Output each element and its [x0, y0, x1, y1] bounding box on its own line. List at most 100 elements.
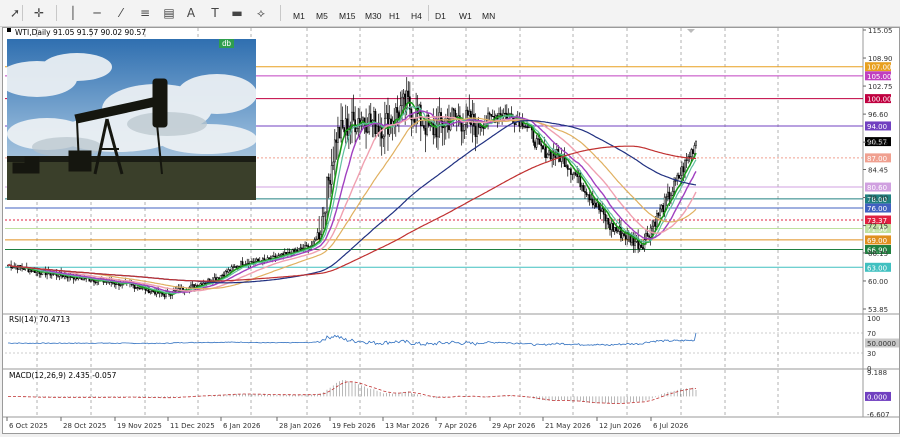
date-axis-label: 6 Oct 2025 — [9, 422, 48, 430]
candle-body — [413, 118, 416, 123]
candle-body — [677, 174, 680, 179]
candle-body — [396, 107, 399, 113]
timeframe-w1-button[interactable]: W1 — [456, 7, 475, 25]
chart-toolbar: ➚ ✛ │ ─ ⁄ ≡ ▤ A T ▬ ⟡ M1 M5 M15 M30 H1 H4 D1 W1 MN — [0, 0, 900, 27]
price-level-label: 63.00 — [867, 264, 887, 272]
candle-body — [257, 258, 260, 262]
candle-body — [688, 156, 691, 158]
candle-body — [423, 125, 425, 129]
candle-body — [466, 109, 469, 116]
timeframe-m15-button[interactable]: M15 — [336, 7, 359, 25]
crosshair-icon[interactable]: ✛ — [30, 4, 48, 22]
candle-body — [355, 128, 358, 133]
price-level-label: 107.00 — [867, 64, 892, 72]
candle-body — [105, 281, 108, 283]
vertical-line-icon[interactable]: │ — [64, 4, 82, 22]
candle-body — [161, 292, 164, 295]
chart-shift-marker-icon — [687, 29, 695, 33]
date-axis-label: 11 Dec 2025 — [170, 422, 215, 430]
candle-body — [570, 168, 572, 175]
price-tick-label: 90.45 — [868, 139, 888, 147]
candle-body — [452, 108, 455, 111]
candle-body — [132, 284, 134, 286]
timeframe-m30-button[interactable]: M30 — [362, 7, 385, 25]
candle-body — [581, 185, 583, 188]
chart-title: WTI,Daily 91.05 91.57 90.02 90.57 — [15, 28, 146, 37]
timeframe-h1-button[interactable]: H1 — [386, 7, 403, 25]
candle-body — [593, 202, 596, 206]
price-level-label: 94.00 — [867, 123, 887, 131]
timeframe-h4-button[interactable]: H4 — [408, 7, 425, 25]
candle-body — [174, 290, 177, 292]
date-axis-label: 19 Feb 2026 — [332, 422, 376, 430]
candle-body — [463, 124, 466, 131]
candle-body — [318, 232, 321, 240]
candle-body — [315, 238, 317, 241]
price-level-label: 80.60 — [867, 184, 887, 192]
candle-body — [57, 275, 59, 277]
candle-body — [607, 217, 610, 225]
candle-body — [135, 287, 138, 289]
rectangle-icon[interactable]: ▬ — [228, 4, 246, 22]
candle-body — [668, 191, 671, 200]
candle-body — [584, 191, 586, 193]
candle-body — [280, 253, 283, 256]
price-level-label: 100.00 — [867, 96, 892, 104]
fibonacci-icon[interactable]: ≡ — [136, 4, 154, 22]
trendline-icon[interactable]: ⁄ — [112, 4, 130, 22]
candle-body — [204, 283, 206, 285]
candle-body — [107, 281, 109, 283]
candle-body — [663, 196, 666, 213]
candle-body — [241, 261, 244, 266]
candle-body — [136, 287, 139, 289]
candle-body — [571, 173, 574, 175]
toolbar-separator — [56, 5, 57, 21]
candle-body — [490, 114, 493, 117]
candle-body — [246, 263, 249, 265]
candle-body — [535, 138, 538, 148]
candle-body — [326, 176, 328, 213]
candle-body — [587, 194, 589, 196]
timeframe-d1-button[interactable]: D1 — [432, 7, 449, 25]
candle-body — [323, 212, 325, 217]
candle-body — [235, 266, 238, 268]
candle-body — [538, 139, 541, 145]
candle-body — [576, 174, 579, 177]
candle-body — [337, 127, 339, 143]
shapes-dropdown-icon[interactable]: ⟡ — [252, 4, 270, 22]
candle-body — [305, 245, 308, 247]
candle-body — [90, 280, 92, 282]
candle-body — [111, 282, 114, 284]
horizontal-line-icon[interactable]: ─ — [88, 4, 106, 22]
candle-body — [268, 257, 270, 259]
timeframe-m1-button[interactable]: M1 — [290, 7, 308, 25]
timeframe-mn-button[interactable]: MN — [479, 7, 498, 25]
text-icon[interactable]: A — [182, 4, 200, 22]
candle-body — [329, 180, 331, 185]
candle-body — [351, 111, 353, 127]
candle-body — [335, 139, 338, 143]
price-tick-label: 53.85 — [868, 306, 888, 314]
candle-body — [634, 241, 636, 246]
candle-body — [548, 150, 550, 155]
price-tick-label: 78.30 — [868, 195, 888, 203]
chart-window[interactable]: 107.00 105.00 100.00 94.00 90.57 87.00 80.60 78… — [2, 27, 900, 434]
price-tick-label: 102.75 — [868, 83, 893, 91]
macd-histogram — [10, 380, 697, 404]
date-axis-label: 21 May 2026 — [545, 422, 591, 430]
text-label-icon[interactable]: T — [206, 4, 224, 22]
candle-body — [460, 122, 463, 132]
candle-body — [327, 176, 330, 181]
candle-body — [119, 284, 122, 286]
candle-body — [674, 180, 677, 182]
timeframe-m5-button[interactable]: M5 — [313, 7, 331, 25]
candle-body — [590, 199, 593, 201]
candle-body — [382, 135, 385, 139]
candle-body — [402, 93, 405, 98]
candle-body — [462, 130, 464, 132]
candle-body — [154, 291, 156, 295]
channel-icon[interactable]: ▤ — [160, 4, 178, 22]
candle-body — [343, 127, 346, 133]
rsi-label: RSI(14) 70.4713 — [9, 315, 70, 324]
candle-body — [657, 212, 660, 216]
